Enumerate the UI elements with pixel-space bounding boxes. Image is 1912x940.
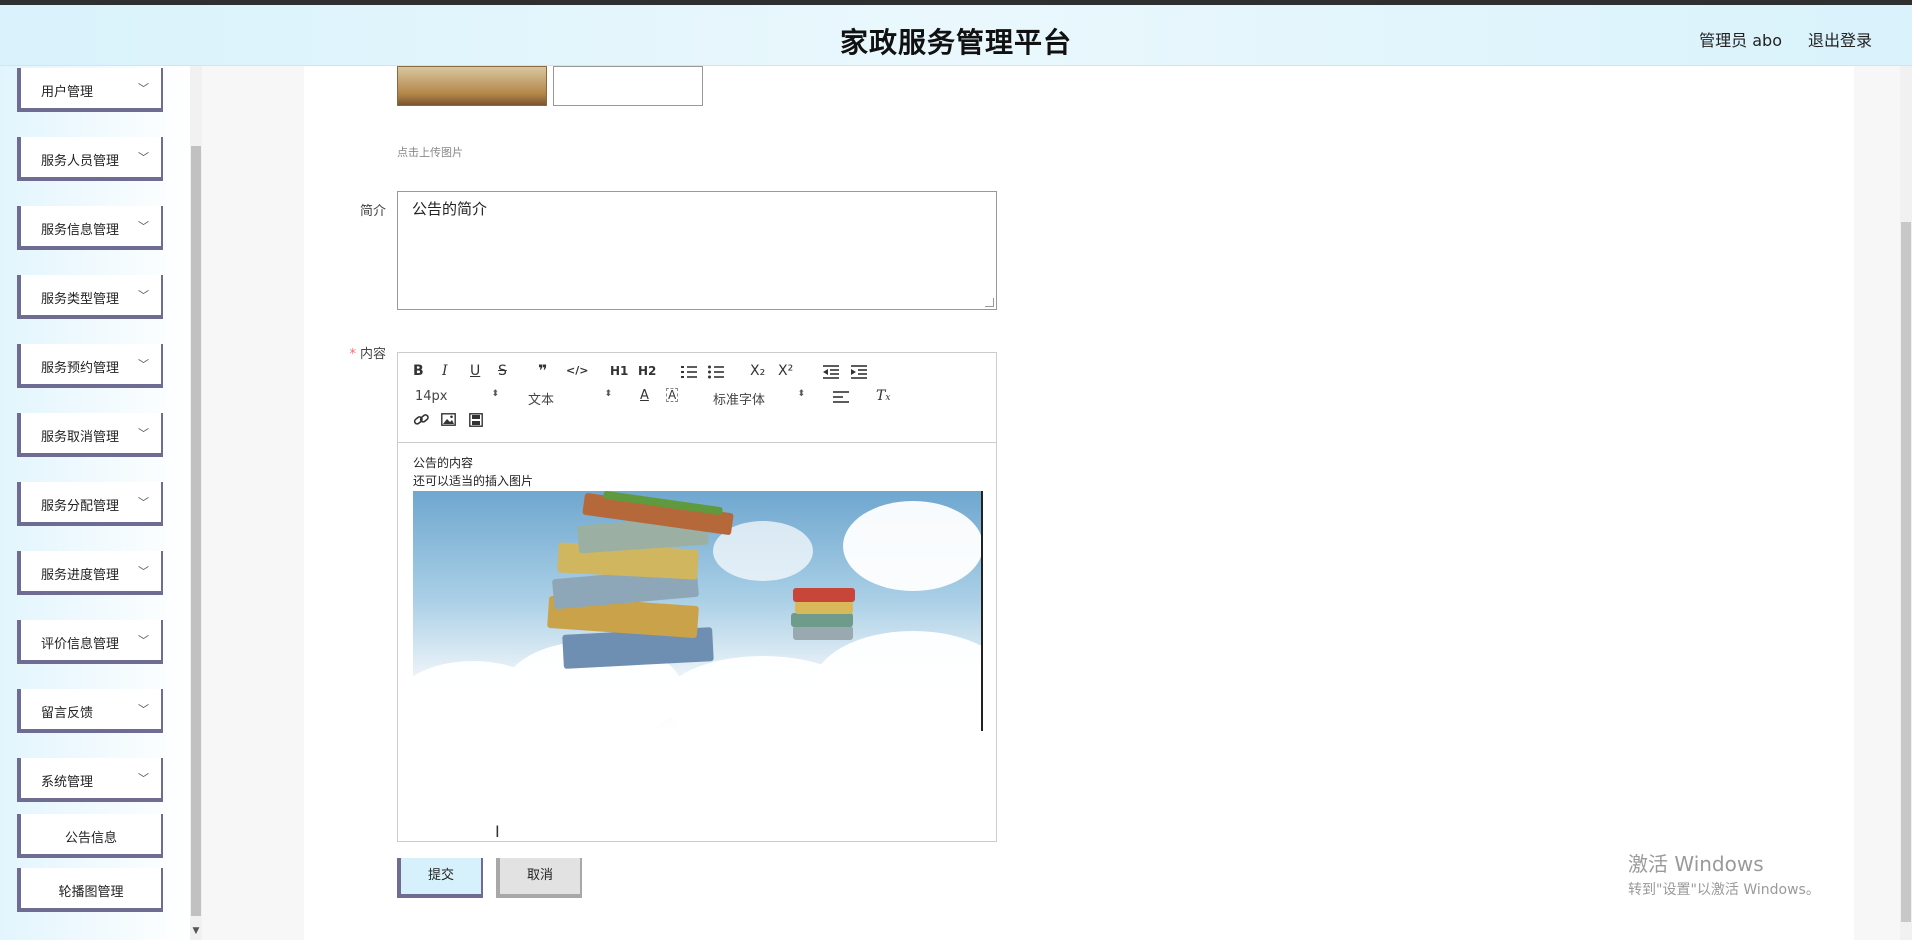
app-header: 家政服务管理平台 管理员 abo 退出登录 bbox=[0, 5, 1912, 66]
sidebar-item-label: 用户管理 bbox=[41, 85, 94, 100]
font-family-value: 标准字体 bbox=[713, 393, 766, 408]
chevron-down-icon: ﹀ bbox=[138, 358, 149, 371]
sidebar-item-feedback[interactable]: 留言反馈 ﹀ bbox=[17, 689, 163, 733]
text-cursor-icon: Ⅰ bbox=[495, 822, 500, 841]
watermark-line2: 转到"设置"以激活 Windows。 bbox=[1628, 882, 1820, 898]
sidebar-item-system-management[interactable]: 系统管理 ﹀ bbox=[17, 758, 163, 802]
sidebar-subitem-announcements[interactable]: 公告信息 bbox=[17, 814, 163, 858]
rich-text-editor[interactable]: B I U S ❞ </> H1 H2 X₂ X² 14px ⬍ 文本 ⬍ A … bbox=[397, 352, 997, 842]
required-mark: * bbox=[349, 347, 356, 362]
block-format-value: 文本 bbox=[528, 393, 555, 408]
select-arrows-icon: ⬍ bbox=[491, 389, 499, 399]
superscript-button[interactable]: X² bbox=[778, 363, 793, 379]
editor-content[interactable]: 公告的内容 还可以适当的插入图片 bbox=[413, 454, 981, 490]
intro-value: 公告的简介 bbox=[412, 200, 488, 218]
sidebar-item-service-info[interactable]: 服务信息管理 ﹀ bbox=[17, 206, 163, 250]
page-scrollbar-thumb[interactable] bbox=[1901, 222, 1911, 922]
select-arrows-icon: ⬍ bbox=[797, 389, 805, 399]
background-color-icon[interactable]: A bbox=[666, 388, 679, 402]
cancel-button[interactable]: 取消 bbox=[496, 858, 582, 898]
sidebar-item-label: 轮播图管理 bbox=[58, 885, 124, 900]
sidebar-item-label: 服务进度管理 bbox=[41, 568, 120, 583]
align-icon[interactable] bbox=[833, 391, 849, 403]
sidebar-item-label: 服务分配管理 bbox=[41, 499, 120, 514]
editor-toolbar: B I U S ❞ </> H1 H2 X₂ X² 14px ⬍ 文本 ⬍ A … bbox=[398, 353, 996, 443]
content-line: 还可以适当的插入图片 bbox=[413, 474, 534, 488]
intro-label: 简介 bbox=[359, 204, 386, 219]
sidebar-item-service-progress[interactable]: 服务进度管理 ﹀ bbox=[17, 551, 163, 595]
content-label-text: 内容 bbox=[359, 347, 386, 362]
chevron-down-icon: ﹀ bbox=[138, 772, 149, 785]
sidebar-item-label: 服务信息管理 bbox=[41, 223, 120, 238]
outdent-icon[interactable] bbox=[823, 365, 839, 379]
page-title: 家政服务管理平台 bbox=[839, 26, 1072, 59]
bold-button[interactable]: B bbox=[413, 363, 424, 379]
chevron-down-icon: ﹀ bbox=[138, 634, 149, 647]
sidebar-item-label: 服务类型管理 bbox=[41, 292, 120, 307]
chevron-down-icon: ﹀ bbox=[138, 703, 149, 716]
underline-button[interactable]: U bbox=[470, 363, 480, 379]
sidebar-item-label: 评价信息管理 bbox=[41, 637, 120, 652]
image-upload-box[interactable] bbox=[553, 66, 703, 106]
font-size-select[interactable]: 14px ⬍ bbox=[415, 389, 499, 404]
chevron-down-icon: ﹀ bbox=[138, 220, 149, 233]
sidebar-scrollbar-thumb[interactable] bbox=[191, 146, 201, 916]
strike-button[interactable]: S bbox=[498, 363, 507, 379]
indent-icon[interactable] bbox=[851, 365, 867, 379]
sidebar-item-service-type[interactable]: 服务类型管理 ﹀ bbox=[17, 275, 163, 319]
content-line: 公告的内容 bbox=[413, 456, 474, 470]
inserted-image-books-clouds[interactable] bbox=[413, 491, 983, 731]
uploaded-image-thumbnail[interactable] bbox=[397, 66, 547, 106]
video-icon[interactable] bbox=[469, 413, 483, 427]
subscript-button[interactable]: X₂ bbox=[750, 363, 765, 379]
select-arrows-icon: ⬍ bbox=[604, 389, 612, 399]
chevron-down-icon: ﹀ bbox=[138, 427, 149, 440]
image-icon[interactable] bbox=[441, 413, 456, 426]
sidebar-item-label: 服务取消管理 bbox=[41, 430, 120, 445]
code-icon[interactable]: </> bbox=[566, 364, 588, 377]
sidebar-item-review-info[interactable]: 评价信息管理 ﹀ bbox=[17, 620, 163, 664]
sidebar-item-user-management[interactable]: 用户管理 ﹀ bbox=[17, 68, 163, 112]
sidebar-item-service-assign[interactable]: 服务分配管理 ﹀ bbox=[17, 482, 163, 526]
header1-button[interactable]: H1 bbox=[610, 364, 628, 378]
chevron-down-icon: ﹀ bbox=[138, 151, 149, 164]
content-label: * 内容 bbox=[306, 343, 386, 362]
sidebar-item-staff-management[interactable]: 服务人员管理 ﹀ bbox=[17, 137, 163, 181]
windows-activation-watermark: 激活 Windows 转到"设置"以激活 Windows。 bbox=[1628, 848, 1820, 899]
chevron-down-icon: ﹀ bbox=[138, 565, 149, 578]
sidebar-item-label: 公告信息 bbox=[64, 831, 117, 846]
bullet-list-icon[interactable] bbox=[708, 365, 724, 379]
sidebar-item-service-cancel[interactable]: 服务取消管理 ﹀ bbox=[17, 413, 163, 457]
clear-format-icon[interactable]: Tx bbox=[876, 388, 890, 404]
logout-link[interactable]: 退出登录 bbox=[1808, 27, 1872, 51]
font-size-value: 14px bbox=[415, 389, 448, 404]
sidebar-item-label: 留言反馈 bbox=[41, 706, 94, 721]
header2-button[interactable]: H2 bbox=[638, 364, 656, 378]
sidebar-item-label: 系统管理 bbox=[41, 775, 94, 790]
link-icon[interactable] bbox=[413, 413, 429, 427]
resize-handle-icon[interactable] bbox=[985, 298, 994, 307]
sidebar: 用户管理 ﹀ 服务人员管理 ﹀ 服务信息管理 ﹀ 服务类型管理 ﹀ 服务预约管理… bbox=[0, 66, 190, 940]
submit-button[interactable]: 提交 bbox=[397, 858, 483, 898]
italic-button[interactable]: I bbox=[442, 363, 448, 379]
watermark-line1: 激活 Windows bbox=[1628, 852, 1764, 876]
upload-hint[interactable]: 点击上传图片 bbox=[397, 144, 463, 160]
block-format-select[interactable]: 文本 ⬍ bbox=[528, 389, 612, 408]
chevron-down-icon: ﹀ bbox=[138, 496, 149, 509]
sidebar-item-label: 服务预约管理 bbox=[41, 361, 120, 376]
current-user: 管理员 abo bbox=[1699, 31, 1782, 50]
chevron-down-icon: ﹀ bbox=[138, 82, 149, 95]
sidebar-item-label: 服务人员管理 bbox=[41, 154, 120, 169]
sidebar-subitem-carousel[interactable]: 轮播图管理 bbox=[17, 868, 163, 912]
blockquote-icon[interactable]: ❞ bbox=[538, 361, 547, 380]
font-color-icon[interactable]: A bbox=[640, 388, 649, 403]
intro-textarea[interactable]: 公告的简介 bbox=[397, 191, 997, 310]
scroll-down-arrow-icon[interactable]: ▼ bbox=[190, 926, 202, 940]
chevron-down-icon: ﹀ bbox=[138, 289, 149, 302]
sidebar-item-service-booking[interactable]: 服务预约管理 ﹀ bbox=[17, 344, 163, 388]
font-family-select[interactable]: 标准字体 ⬍ bbox=[713, 389, 805, 408]
ordered-list-icon[interactable] bbox=[681, 365, 697, 379]
